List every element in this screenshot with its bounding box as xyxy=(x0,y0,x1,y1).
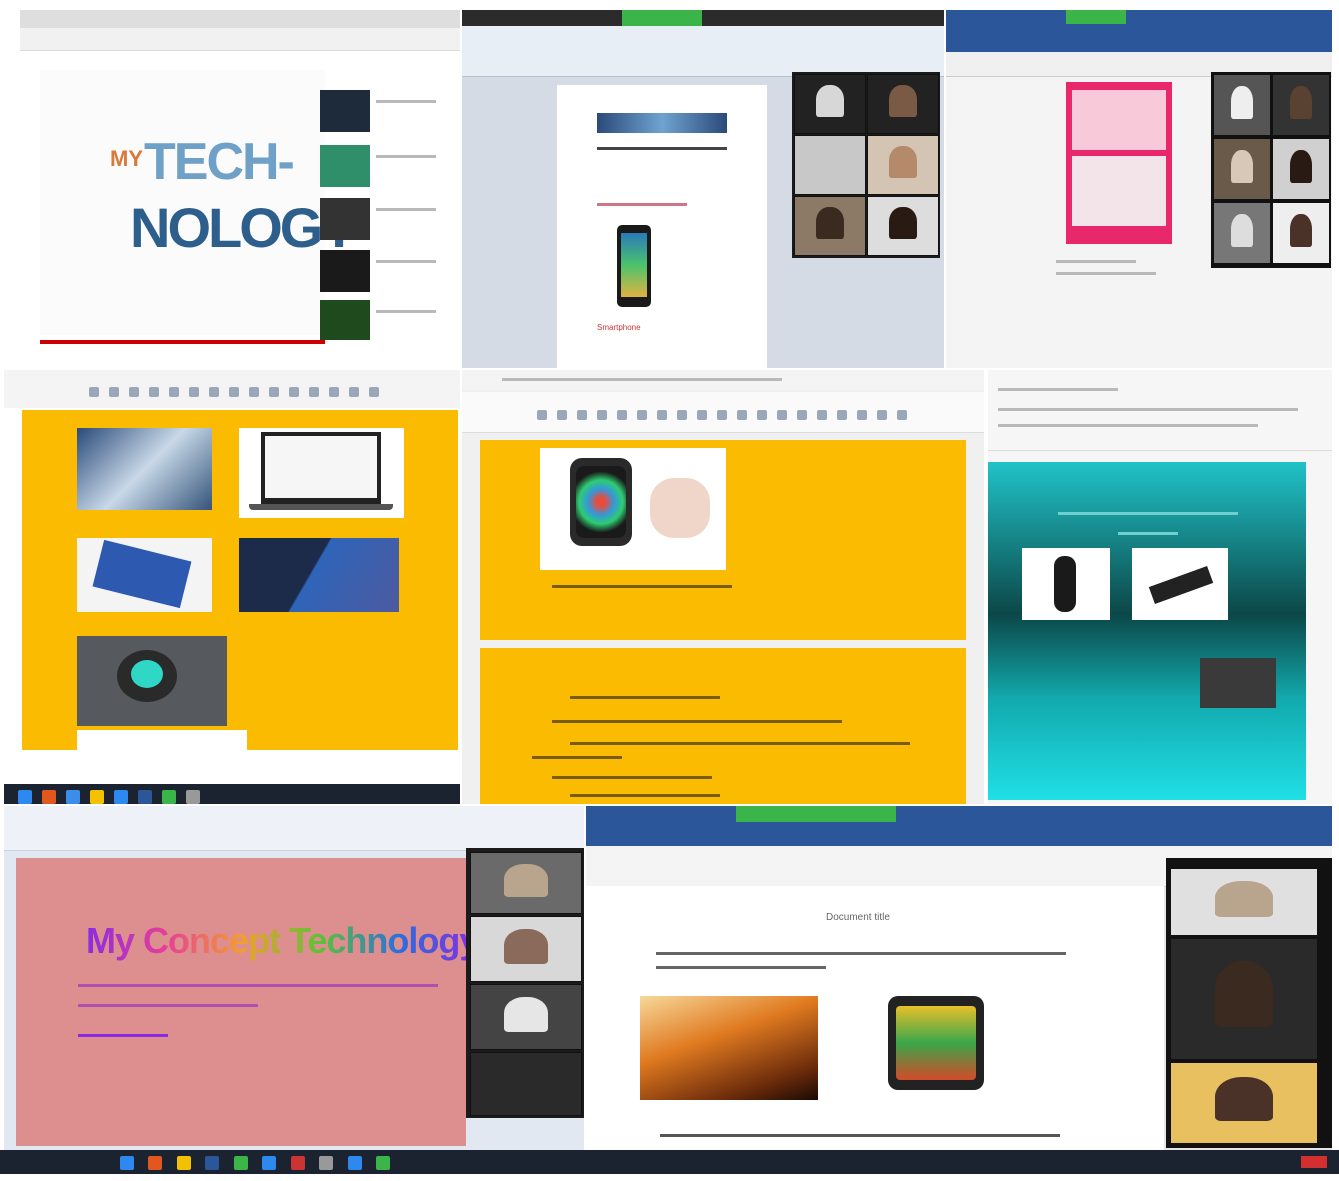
taskbar-app-icon[interactable] xyxy=(262,1156,277,1170)
concept-slide-window: My Concept Technology xyxy=(4,806,584,1150)
page-bottom[interactable] xyxy=(480,648,966,804)
participant-video[interactable] xyxy=(794,196,866,256)
taskbar-app-icon[interactable] xyxy=(205,1156,220,1170)
related-video-thumb[interactable] xyxy=(320,250,370,292)
smartphone-caption: Smartphone xyxy=(597,323,641,332)
document-page[interactable]: Document title xyxy=(586,886,1164,1150)
logo-line-1: TECH- xyxy=(144,133,295,191)
smartphone-image xyxy=(888,996,984,1090)
ribbon-toolbar[interactable] xyxy=(988,370,1332,451)
gadget-slide-window xyxy=(4,370,460,804)
white-gap xyxy=(77,730,247,750)
zoom-gallery xyxy=(1211,72,1331,268)
participant-video[interactable] xyxy=(794,135,866,195)
slide-title: My Concept Technology xyxy=(86,920,479,961)
pink-poster-image xyxy=(1066,82,1172,244)
zoom-gallery xyxy=(1166,858,1332,1148)
title-bar xyxy=(462,370,984,390)
vr-headset-image xyxy=(239,538,399,612)
ribbon-toolbar[interactable] xyxy=(946,24,1332,52)
participant-video[interactable] xyxy=(794,74,866,134)
participant-video[interactable] xyxy=(1272,202,1330,264)
header-banner-image xyxy=(597,113,727,133)
participant-video[interactable] xyxy=(1170,868,1318,936)
taskbar-app-icon[interactable] xyxy=(290,1156,305,1170)
participant-video[interactable] xyxy=(1272,138,1330,200)
participant-video[interactable] xyxy=(867,74,939,134)
related-videos-sidebar xyxy=(320,90,460,360)
small-gadget-image xyxy=(1200,658,1276,708)
document-page[interactable]: Smartphone xyxy=(557,85,767,368)
slide-canvas[interactable] xyxy=(988,462,1306,800)
document-title: Document title xyxy=(826,912,890,923)
toolbar[interactable] xyxy=(4,370,460,408)
recording-indicator[interactable] xyxy=(1301,1156,1327,1168)
video-progress-bar[interactable] xyxy=(40,340,325,344)
participant-video[interactable] xyxy=(470,852,582,914)
taskbar-app-icon[interactable] xyxy=(148,1156,163,1170)
participant-video[interactable] xyxy=(470,984,582,1050)
gadgets-collage-image xyxy=(77,428,212,510)
ribbon-toolbar[interactable] xyxy=(4,806,584,851)
smartphone-image xyxy=(617,225,651,307)
participant-video[interactable] xyxy=(1213,74,1271,136)
title-bar xyxy=(586,806,1332,822)
ribbon-tabs[interactable] xyxy=(586,822,1332,846)
taskbar-app-icon[interactable] xyxy=(319,1156,334,1170)
taskbar-app-icon[interactable] xyxy=(347,1156,362,1170)
ribbon-toolbar[interactable] xyxy=(462,392,984,433)
ribbon-toolbar[interactable] xyxy=(462,26,944,77)
zoom-gallery xyxy=(466,848,584,1118)
browser-address-bar[interactable] xyxy=(20,28,460,51)
browser-tab-bar xyxy=(20,10,460,28)
smartwatch-image xyxy=(540,448,726,570)
related-video-thumb[interactable] xyxy=(320,145,370,187)
logo-prefix: MY xyxy=(110,146,143,171)
participant-video[interactable] xyxy=(1213,138,1271,200)
teal-slide-window xyxy=(988,370,1332,804)
participant-video[interactable] xyxy=(470,1052,582,1116)
related-video-thumb[interactable] xyxy=(320,198,370,240)
participant-video[interactable] xyxy=(1213,202,1271,264)
title-bar xyxy=(462,10,944,26)
word-document-window: Smartphone xyxy=(462,10,944,368)
windows-taskbar xyxy=(0,1150,1339,1174)
participant-video[interactable] xyxy=(470,916,582,982)
title-bar xyxy=(946,10,1332,24)
related-video-thumb[interactable] xyxy=(320,300,370,340)
page-top[interactable] xyxy=(480,440,966,640)
zoom-gallery xyxy=(792,72,940,258)
windows-taskbar xyxy=(4,784,460,804)
related-video-thumb[interactable] xyxy=(320,90,370,132)
slide-canvas[interactable]: My Concept Technology xyxy=(16,858,479,1146)
participant-video[interactable] xyxy=(867,135,939,195)
smart-speaker-image xyxy=(77,636,227,726)
usb-drive-image xyxy=(1132,548,1228,620)
video-page-window: MY TECH- NOLOGY xyxy=(20,10,460,368)
sunset-factory-image xyxy=(640,996,818,1100)
slide-canvas[interactable] xyxy=(22,410,458,750)
publisher-window xyxy=(946,10,1332,368)
participant-video[interactable] xyxy=(1170,938,1318,1060)
start-icon[interactable] xyxy=(120,1156,134,1170)
word-report-window: Document title xyxy=(586,806,1332,1150)
taskbar-app-icon[interactable] xyxy=(233,1156,248,1170)
smartwatch-document-window xyxy=(462,370,984,804)
participant-video[interactable] xyxy=(1170,1062,1318,1144)
fitness-band-image xyxy=(1022,548,1110,620)
participant-video[interactable] xyxy=(1272,74,1330,136)
tablet-image xyxy=(77,538,212,612)
participant-video[interactable] xyxy=(867,196,939,256)
laptop-image xyxy=(239,428,404,518)
taskbar-app-icon[interactable] xyxy=(376,1156,391,1170)
taskbar-app-icon[interactable] xyxy=(176,1156,191,1170)
